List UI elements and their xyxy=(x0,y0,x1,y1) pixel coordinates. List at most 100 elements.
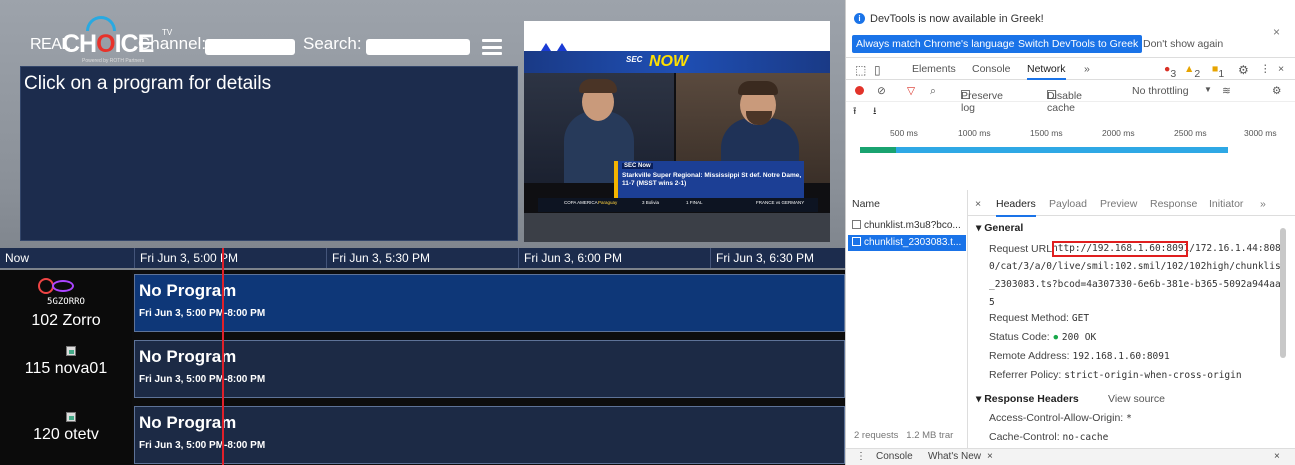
ticker-item: 3 Bolivia xyxy=(642,200,660,205)
name-column-header[interactable]: Name xyxy=(852,198,880,210)
export-har-icon[interactable]: ⭳ xyxy=(873,104,877,121)
scrollbar[interactable] xyxy=(1280,228,1286,358)
timeline-slot: Fri Jun 3, 6:30 PM xyxy=(710,248,845,268)
banner-now: NOW xyxy=(649,53,689,70)
network-settings-icon[interactable]: ⚙ xyxy=(1272,85,1281,97)
filter-icon[interactable]: ▽ xyxy=(907,85,915,97)
dont-show-again-link[interactable]: Don't show again xyxy=(1143,38,1223,50)
arrow-icon xyxy=(557,43,567,51)
cache-control-header: Cache-Control: no-cache xyxy=(989,431,1109,443)
tab-initiator[interactable]: Initiator xyxy=(1209,198,1243,210)
host-hair xyxy=(579,79,617,93)
remote-address: Remote Address: 192.168.1.60:8091 xyxy=(989,350,1170,362)
program-details-panel: Click on a program for details xyxy=(20,66,518,241)
channel-label: Channel: xyxy=(138,34,207,53)
record-icon[interactable] xyxy=(855,86,864,95)
drawer-tabs: ⋮ Console What's New × × xyxy=(846,448,1295,465)
drawer-tab-whats-new[interactable]: What's New xyxy=(928,451,981,462)
ticker-item: COPA AMERICA xyxy=(564,200,598,205)
host-hair xyxy=(738,81,778,95)
warning-count-badge[interactable]: ▲ 2 xyxy=(1184,63,1200,80)
request-summary: 2 requests 1.2 MB trar xyxy=(854,430,954,441)
switch-devtools-language-button[interactable]: Switch DevTools to Greek xyxy=(1014,35,1143,53)
response-headers-section-header[interactable]: ▾ Response Headers xyxy=(976,393,1079,405)
video-bottom-strip xyxy=(524,213,830,242)
tab-more[interactable]: » xyxy=(1084,63,1090,75)
tab-headers[interactable]: Headers xyxy=(996,198,1036,217)
devtools-tabs: ⬚ ▯ Elements Console Network » ● 3 ▲ 2 ■ 1… xyxy=(846,58,1295,80)
app-header: REAL CHOICE TV Powered by ROTH Partners … xyxy=(0,10,518,70)
channel-cell[interactable]: 115 nova01 xyxy=(0,336,132,402)
status-code: Status Code: ● 200 OK xyxy=(989,331,1097,343)
lower-third: SEC Now Starkville Super Regional: Missi… xyxy=(614,161,804,199)
channel-name: 102 Zorro xyxy=(31,312,101,329)
tab-preview[interactable]: Preview xyxy=(1100,198,1137,210)
program-cell[interactable]: No Program Fri Jun 3, 5:00 PM-8:00 PM xyxy=(134,274,845,332)
drawer-tab-console[interactable]: Console xyxy=(876,451,913,462)
request-row-selected[interactable]: chunklist_2303083.t... xyxy=(848,235,966,251)
banner-sec: SEC xyxy=(626,55,643,64)
tab-elements[interactable]: Elements xyxy=(912,63,956,75)
highlight-box xyxy=(1052,241,1188,257)
close-icon[interactable]: × xyxy=(987,451,993,462)
tab-response[interactable]: Response xyxy=(1150,198,1197,210)
5gzorro-logo xyxy=(38,278,90,294)
ticker-item: 1 FINAL xyxy=(686,200,703,205)
program-time: Fri Jun 3, 5:00 PM-8:00 PM xyxy=(139,374,266,385)
close-drawer-icon[interactable]: × xyxy=(1274,451,1280,462)
close-icon[interactable]: × xyxy=(1273,25,1280,39)
acao-header: Access-Control-Allow-Origin: * xyxy=(989,412,1132,424)
timeline-slot: Fri Jun 3, 5:30 PM xyxy=(326,248,518,268)
chevron-down-icon[interactable]: ▼ xyxy=(1204,85,1212,94)
inspect-icon[interactable]: ⬚ xyxy=(855,63,866,77)
network-overview-timeline: 500 ms 1000 ms 1500 ms 2000 ms 2500 ms 3… xyxy=(846,120,1295,160)
timeline-bar xyxy=(860,147,1228,153)
throttling-select[interactable]: No throttling xyxy=(1132,85,1189,97)
channel-cell[interactable]: 120 otetv xyxy=(0,402,132,465)
close-devtools-icon[interactable]: × xyxy=(1278,63,1284,75)
tab-console[interactable]: Console xyxy=(972,63,1011,75)
kebab-menu-icon[interactable]: ⋮ xyxy=(1260,63,1271,75)
device-toolbar-icon[interactable]: ▯ xyxy=(874,63,881,77)
ruler-tick: 2000 ms xyxy=(1102,128,1135,138)
always-match-language-button[interactable]: Always match Chrome's language xyxy=(852,35,1019,53)
video-player[interactable]: SEC NOW SEC Now Starkville Super Regiona… xyxy=(524,21,830,242)
search-icon[interactable]: ⌕ xyxy=(930,85,936,98)
ruler-tick: 2500 ms xyxy=(1174,128,1207,138)
channel-cell[interactable]: 5GZORRO 102 Zorro xyxy=(0,270,132,336)
close-detail-icon[interactable]: × xyxy=(975,198,981,210)
ticker-item: FRANCE vs GERMANY xyxy=(756,200,805,205)
info-icon: i xyxy=(854,13,865,24)
menu-icon[interactable] xyxy=(482,39,502,55)
issues-count-badge[interactable]: ■ 1 xyxy=(1212,63,1224,80)
program-cell[interactable]: No Program Fri Jun 3, 5:00 PM-8:00 PM xyxy=(134,340,845,398)
import-har-icon[interactable]: ⭱ xyxy=(853,104,857,121)
lower-third-tag: SEC Now xyxy=(622,163,653,169)
ruler-tick: 3000 ms xyxy=(1244,128,1277,138)
general-section-header[interactable]: ▾ General xyxy=(976,222,1023,234)
import-export-bar: ⭱ ⭳ xyxy=(846,103,1295,119)
clear-icon[interactable]: ⊘ xyxy=(877,85,886,97)
language-infobar: i DevTools is now available in Greek! Al… xyxy=(846,0,1295,58)
devtools-panel: i DevTools is now available in Greek! Al… xyxy=(845,0,1295,465)
channel-input[interactable] xyxy=(205,39,295,55)
request-row[interactable]: chunklist.m3u8?bco... xyxy=(848,218,966,234)
drawer-menu-icon[interactable]: ⋮ xyxy=(856,451,866,462)
channel-name: 120 otetv xyxy=(33,426,99,443)
gear-icon[interactable]: ⚙ xyxy=(1238,63,1249,77)
iptv-app: REAL CHOICE TV Powered by ROTH Partners … xyxy=(0,0,845,465)
error-count-badge[interactable]: ● 3 xyxy=(1164,63,1176,80)
view-source-link[interactable]: View source xyxy=(1108,393,1165,405)
tab-network[interactable]: Network xyxy=(1027,63,1066,80)
details-hint: Click on a program for details xyxy=(24,73,272,94)
program-time: Fri Jun 3, 5:00 PM-8:00 PM xyxy=(139,308,266,319)
tab-more[interactable]: » xyxy=(1260,198,1266,210)
guide-row: 115 nova01 No Program Fri Jun 3, 5:00 PM… xyxy=(0,336,845,402)
lower-third-headline: Starkville Super Regional: Mississippi S… xyxy=(622,172,802,187)
search-input[interactable] xyxy=(366,39,470,55)
timeline-bar-start xyxy=(860,147,896,153)
tab-payload[interactable]: Payload xyxy=(1049,198,1087,210)
program-cell[interactable]: No Program Fri Jun 3, 5:00 PM-8:00 PM xyxy=(134,406,845,464)
timeline-slot: Fri Jun 3, 5:00 PM xyxy=(134,248,326,268)
network-conditions-icon[interactable]: ≋ xyxy=(1222,85,1231,97)
